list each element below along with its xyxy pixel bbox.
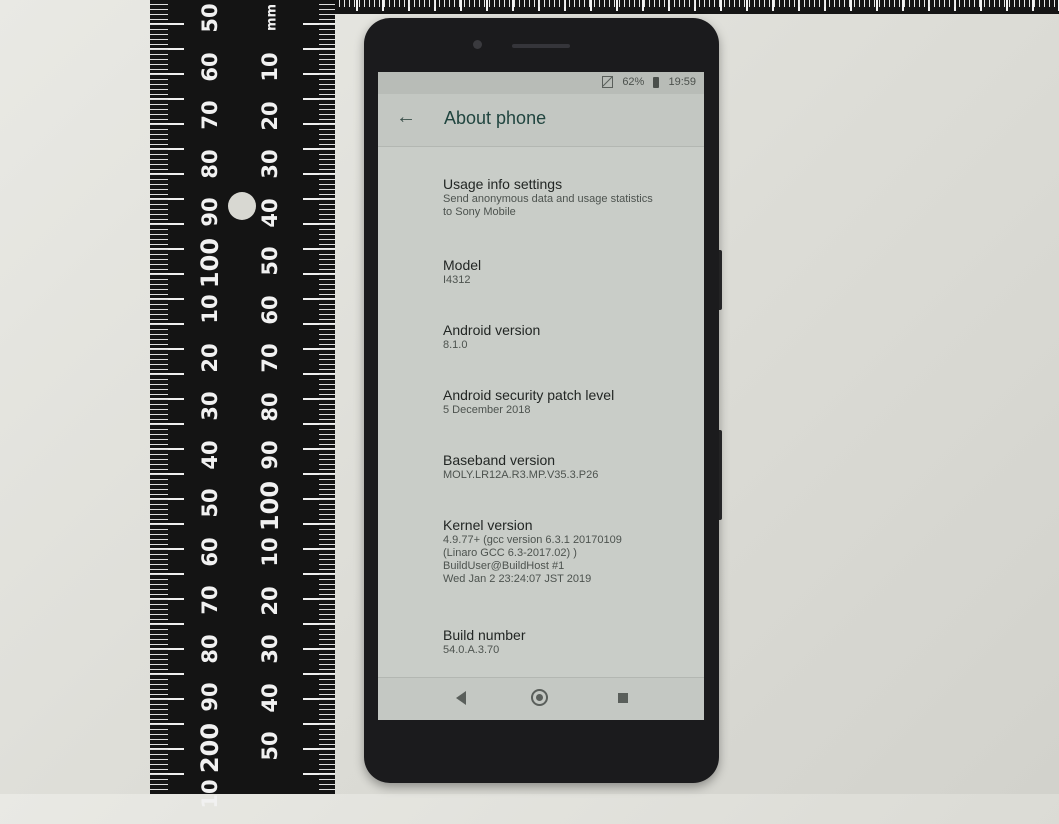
item-summary: 4.9.77+ (gcc version 6.3.1 20170109 (Lin… (443, 534, 622, 585)
settings-item-android-version[interactable]: Android version 8.1.0 (443, 321, 693, 352)
back-arrow-icon[interactable]: ← (396, 106, 416, 129)
battery-icon (653, 76, 660, 88)
settings-item-model[interactable]: Model I4312 (443, 256, 693, 287)
settings-item-kernel[interactable]: Kernel version 4.9.77+ (gcc version 6.3.… (443, 516, 693, 586)
app-toolbar: ← About phone (378, 94, 704, 147)
settings-item-baseband[interactable]: Baseband version MOLY.LR12A.R3.MP.V35.3.… (443, 451, 693, 482)
settings-item-usage-info[interactable]: Usage info settings Send anonymous data … (443, 175, 693, 219)
status-bar: 62% 19:59 (378, 72, 704, 94)
nav-home-icon[interactable] (531, 689, 548, 706)
navigation-bar (378, 677, 704, 720)
settings-item-security-patch[interactable]: Android security patch level 5 December … (443, 386, 693, 417)
item-summary: 54.0.A.3.70 (443, 644, 500, 656)
item-title: Android version (443, 322, 541, 338)
ruler-left (150, 0, 335, 794)
front-camera (473, 40, 482, 49)
settings-item-build-number[interactable]: Build number 54.0.A.3.70 (443, 626, 693, 657)
status-time: 19:59 (668, 76, 696, 89)
ruler-unit: mm (264, 3, 280, 32)
item-title: Android security patch level (443, 387, 615, 403)
phone-screen: 62% 19:59 ← About phone Usage info setti… (378, 72, 704, 720)
ruler-ticks-left (150, 0, 190, 794)
item-title: Build number (443, 627, 526, 643)
ruler-hole (228, 192, 256, 220)
item-title: Baseband version (443, 452, 556, 468)
ruler-ticks-right (295, 0, 335, 794)
no-sim-icon (602, 76, 614, 89)
item-summary: MOLY.LR12A.R3.MP.V35.3.P26 (443, 469, 599, 481)
nav-recents-icon[interactable] (618, 693, 628, 703)
item-summary: I4312 (443, 274, 471, 286)
nav-back-icon[interactable] (456, 691, 466, 705)
item-title: Model (443, 257, 482, 273)
battery-percent: 62% (622, 76, 645, 89)
ruler-number-inner: 50 (258, 731, 282, 761)
earpiece-speaker (512, 44, 570, 48)
page-title: About phone (444, 108, 547, 128)
item-summary: Send anonymous data and usage statistics… (443, 193, 653, 218)
photo-scene: 50 60 70 80 90 100 10 20 30 40 50 60 70 80 90 200 10 10 20… (0, 0, 1059, 809)
ruler-number-outer: 10 (198, 779, 222, 809)
item-title: Kernel version (443, 517, 533, 533)
item-title: Usage info settings (443, 176, 563, 192)
item-summary: 8.1.0 (443, 339, 468, 351)
item-summary: 5 December 2018 (443, 404, 531, 416)
